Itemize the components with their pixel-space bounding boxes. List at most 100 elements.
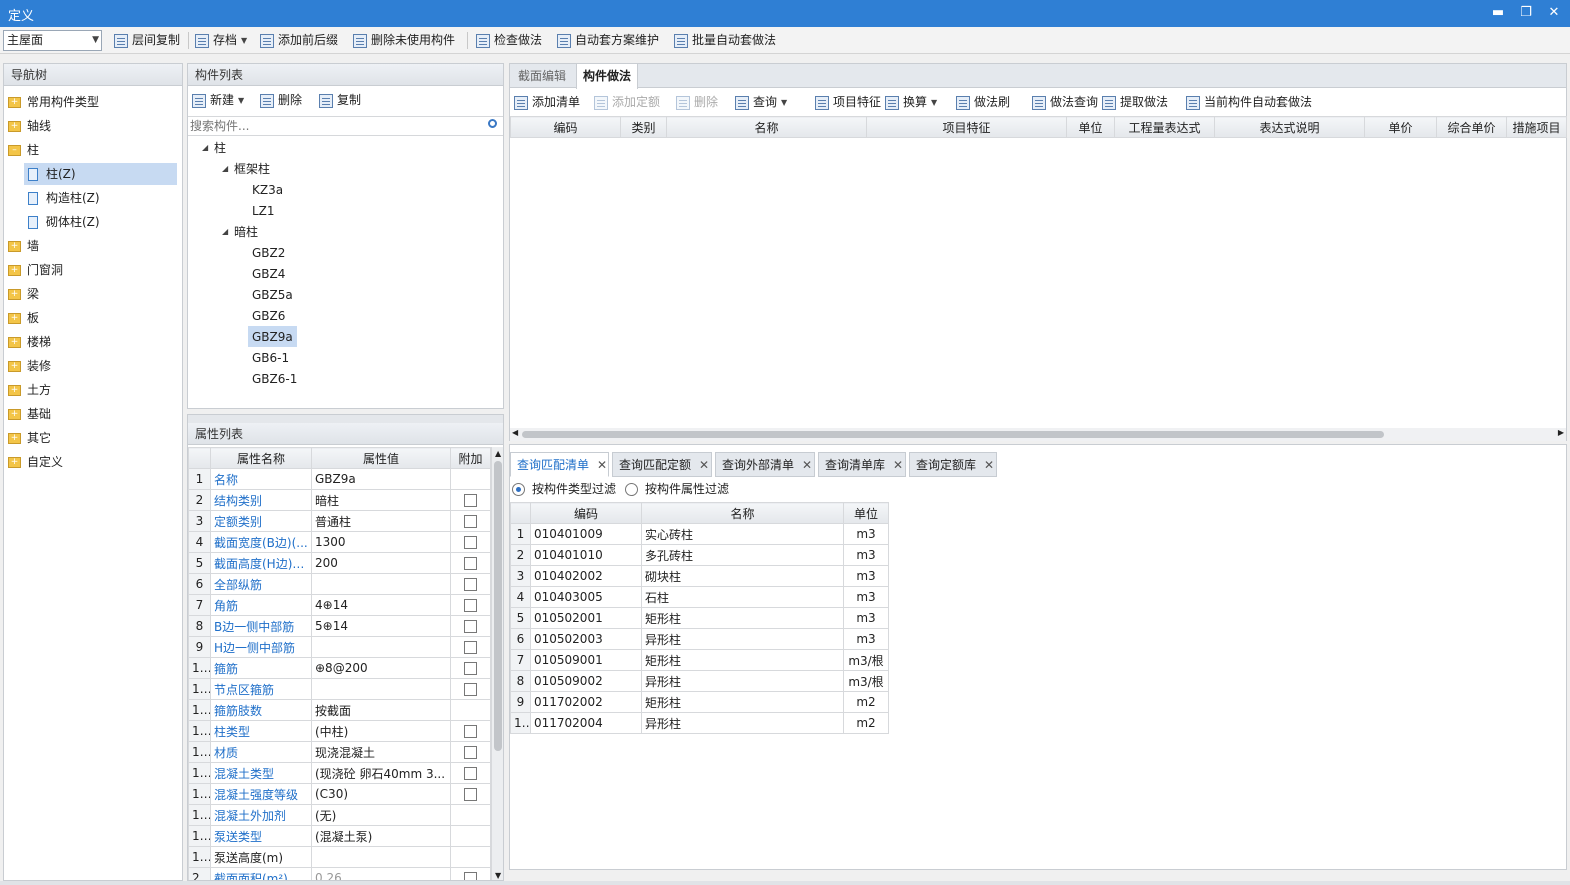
- component-tree-item[interactable]: GBZ6: [248, 305, 289, 326]
- scroll-thumb[interactable]: [494, 461, 502, 751]
- filter-type-radio[interactable]: 按构件类型过滤: [512, 480, 616, 497]
- method-col-header[interactable]: 项目特征: [866, 116, 1067, 138]
- checkbox[interactable]: [464, 767, 477, 780]
- query-tab[interactable]: 查询定额库 ✕: [909, 452, 997, 477]
- property-row[interactable]: 7 角筋 4⊕14: [188, 594, 491, 616]
- search-icon[interactable]: [488, 119, 497, 128]
- property-row[interactable]: 9 H边一侧中部筋: [188, 636, 491, 658]
- component-tree-item[interactable]: KZ3a: [248, 179, 287, 200]
- splitter[interactable]: [188, 415, 503, 423]
- property-value[interactable]: [311, 573, 451, 595]
- tab-component-method[interactable]: 构件做法: [576, 64, 639, 89]
- col-prop-name[interactable]: 属性名称: [210, 447, 312, 469]
- query-tab[interactable]: 查询匹配清单 ✕: [510, 452, 609, 477]
- nav-item[interactable]: + 装修: [8, 355, 178, 377]
- query-row[interactable]: 3 010402002 砌块柱 m3: [510, 565, 889, 587]
- add-prefix-suffix-button[interactable]: 添加前后缀: [260, 31, 338, 50]
- minimize-button[interactable]: ▬: [1487, 3, 1509, 23]
- col-unit[interactable]: 单位: [843, 502, 889, 524]
- property-value[interactable]: (混凝土泵): [311, 825, 451, 847]
- method-col-header[interactable]: 综合单价: [1436, 116, 1507, 138]
- radio-on-icon[interactable]: [512, 483, 525, 496]
- close-icon[interactable]: ✕: [699, 458, 709, 472]
- property-row[interactable]: 1 名称 GBZ9a: [188, 468, 491, 490]
- query-tab[interactable]: 查询清单库 ✕: [818, 452, 906, 477]
- property-row[interactable]: 17 混凝土外加剂 (无): [188, 804, 491, 826]
- method-col-header[interactable]: 单价: [1364, 116, 1437, 138]
- nav-item[interactable]: + 板: [8, 307, 178, 329]
- col-name[interactable]: 名称: [641, 502, 844, 524]
- nav-item[interactable]: 砌体柱(Z): [24, 211, 194, 233]
- query-row[interactable]: 8 010509002 异形柱 m3/根: [510, 670, 889, 692]
- checkbox[interactable]: [464, 515, 477, 528]
- checkbox[interactable]: [464, 746, 477, 759]
- checkbox[interactable]: [464, 494, 477, 507]
- item-feature-button[interactable]: 项目特征: [815, 93, 881, 112]
- col-prop-value[interactable]: 属性值: [311, 447, 451, 469]
- nav-item[interactable]: + 基础: [8, 403, 178, 425]
- component-tree-item[interactable]: GBZ6-1: [248, 368, 301, 389]
- add-quota-button[interactable]: 添加定额: [594, 93, 660, 112]
- property-row[interactable]: 15 混凝土类型 (现浇砼 卵石40mm 3...: [188, 762, 491, 784]
- search-input[interactable]: [190, 118, 480, 134]
- convert-button[interactable]: 换算 ▼: [885, 93, 937, 112]
- component-tree-item[interactable]: ◢ 柱: [198, 137, 230, 158]
- filter-attr-radio[interactable]: 按构件属性过滤: [625, 480, 729, 497]
- maximize-button[interactable]: ❐: [1515, 3, 1537, 23]
- delete-component-button[interactable]: 删除: [260, 91, 302, 110]
- property-value[interactable]: [311, 678, 451, 700]
- query-row[interactable]: 9 011702002 矩形柱 m2: [510, 691, 889, 713]
- auto-method-button[interactable]: 当前构件自动套做法: [1186, 93, 1312, 112]
- batch-auto-method-button[interactable]: 批量自动套做法: [674, 31, 776, 50]
- expand-triangle-icon[interactable]: ◢: [222, 158, 234, 180]
- nav-item[interactable]: + 自定义: [8, 451, 178, 473]
- radio-off-icon[interactable]: [625, 483, 638, 496]
- property-value[interactable]: [311, 636, 451, 658]
- method-col-header[interactable]: 单位: [1066, 116, 1115, 138]
- component-tree-item[interactable]: GBZ4: [248, 263, 289, 284]
- nav-item[interactable]: 构造柱(Z): [24, 187, 194, 209]
- component-tree-item[interactable]: LZ1: [248, 200, 279, 221]
- property-row[interactable]: 18 泵送类型 (混凝土泵): [188, 825, 491, 847]
- delete-button[interactable]: 删除: [676, 93, 718, 112]
- property-row[interactable]: 19 泵送高度(m): [188, 846, 491, 868]
- close-button[interactable]: ✕: [1543, 3, 1565, 23]
- checkbox[interactable]: [464, 641, 477, 654]
- nav-item[interactable]: + 门窗洞: [8, 259, 178, 281]
- nav-item[interactable]: + 常用构件类型: [8, 91, 178, 113]
- add-bill-button[interactable]: 添加清单: [514, 93, 580, 112]
- checkbox[interactable]: [464, 599, 477, 612]
- nav-item[interactable]: + 土方: [8, 379, 178, 401]
- property-value[interactable]: 4⊕14: [311, 594, 451, 616]
- checkbox[interactable]: [464, 578, 477, 591]
- close-icon[interactable]: ✕: [802, 458, 812, 472]
- col-extra[interactable]: 附加: [450, 447, 491, 469]
- query-row[interactable]: 1 010401009 实心砖柱 m3: [510, 523, 889, 545]
- expand-triangle-icon[interactable]: ◢: [202, 137, 214, 159]
- property-row[interactable]: 14 材质 现浇混凝土: [188, 741, 491, 763]
- nav-item[interactable]: + 其它: [8, 427, 178, 449]
- property-value[interactable]: 现浇混凝土: [311, 741, 451, 763]
- tab-section-edit[interactable]: 截面编辑: [512, 64, 572, 88]
- method-col-header[interactable]: 表达式说明: [1214, 116, 1365, 138]
- extract-method-button[interactable]: 提取做法: [1102, 93, 1168, 112]
- scroll-up-icon[interactable]: ▲: [495, 449, 501, 458]
- checkbox[interactable]: [464, 788, 477, 801]
- component-tree-item[interactable]: GB6-1: [248, 347, 293, 368]
- method-col-header[interactable]: 类别: [620, 116, 667, 138]
- close-icon[interactable]: ✕: [597, 458, 607, 472]
- component-tree-item[interactable]: GBZ9a: [248, 326, 297, 347]
- property-value[interactable]: [311, 846, 451, 868]
- property-value[interactable]: 1300: [311, 531, 451, 553]
- col-code[interactable]: 编码: [530, 502, 642, 524]
- property-row[interactable]: 11 节点区箍筋: [188, 678, 491, 700]
- copy-component-button[interactable]: 复制: [319, 91, 361, 110]
- floor-select[interactable]: 主屋面 ▼: [3, 30, 102, 51]
- property-value[interactable]: (中柱): [311, 720, 451, 742]
- property-row[interactable]: 13 柱类型 (中柱): [188, 720, 491, 742]
- component-tree-item[interactable]: ◢ 框架柱: [218, 158, 274, 179]
- scroll-right-icon[interactable]: ▶: [1558, 428, 1564, 437]
- nav-item[interactable]: + 轴线: [8, 115, 178, 137]
- property-value[interactable]: 普通柱: [311, 510, 451, 532]
- archive-button[interactable]: 存档 ▼: [195, 31, 247, 50]
